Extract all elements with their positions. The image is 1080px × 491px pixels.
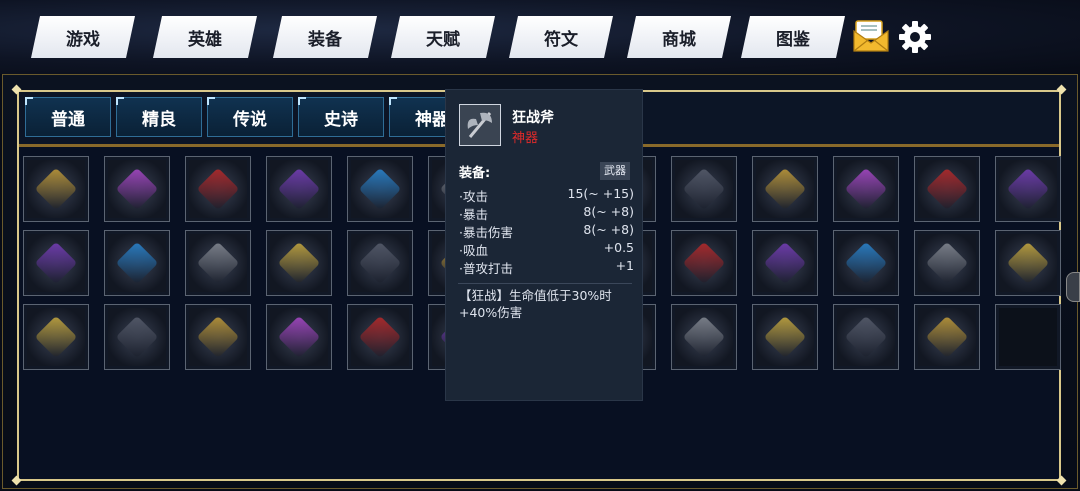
- purple-robe-icon: [108, 234, 166, 292]
- shadow-cloak-icon: [270, 308, 328, 366]
- equip-label: 装备:: [459, 166, 491, 181]
- stat-label: ·普攻打击: [459, 261, 513, 276]
- crimson-boots-icon: [918, 308, 976, 366]
- battle-axe-icon: [675, 160, 733, 218]
- golden-crown-icon: [270, 234, 328, 292]
- item-type-badge: 武器: [600, 162, 630, 180]
- item-slot-crimson-armor[interactable]: [185, 230, 251, 296]
- item-slot-purple-helm[interactable]: [995, 230, 1061, 296]
- stat-row: ·暴击 8(~ +8): [459, 204, 634, 223]
- tooltip-divider: [458, 283, 632, 284]
- battle-axe-icon: [459, 104, 501, 146]
- item-slot-purple-robe[interactable]: [104, 230, 170, 296]
- item-slot-flame-boots[interactable]: [185, 304, 251, 370]
- top-nav-bar: 游戏 英雄 装备 天赋 符文 商城 图鉴: [0, 0, 1080, 74]
- tab-common[interactable]: 普通: [25, 97, 111, 137]
- settings-gear-icon[interactable]: [897, 19, 933, 55]
- golden-axe-icon: [837, 234, 895, 292]
- item-slot-golden-ring[interactable]: [104, 156, 170, 222]
- item-slot-crimson-boots[interactable]: [914, 304, 980, 370]
- item-description: 【狂战】生命值低于30%时+40%伤害: [459, 288, 612, 320]
- empty-slot-icon: [999, 308, 1057, 366]
- nav-equipment-button[interactable]: 装备: [273, 16, 377, 58]
- item-slot-purple-crystal[interactable]: [914, 156, 980, 222]
- nav-codex-button[interactable]: 图鉴: [741, 16, 845, 58]
- frame-corner-ornament: [1056, 475, 1067, 486]
- stat-label: ·攻击: [459, 189, 488, 204]
- stat-value: 8(~ +8): [583, 222, 634, 237]
- tab-epic[interactable]: 史诗: [298, 97, 384, 137]
- item-slot-purple-dagger[interactable]: [347, 156, 413, 222]
- crossbow-icon: [675, 308, 733, 366]
- item-slot-crossbow[interactable]: [671, 304, 737, 370]
- dark-eye-armor-icon: [675, 234, 733, 292]
- stat-value: 15(~ +15): [567, 186, 635, 201]
- mail-envelope-icon[interactable]: [853, 19, 891, 53]
- item-tooltip: 狂战斧 神器 装备: 武器 ·攻击 15(~ +15) ·暴击 8(~ +8) ·暴…: [445, 89, 643, 401]
- item-slot-golden-spellbook[interactable]: [23, 156, 89, 222]
- blue-flame-boots-icon: [837, 160, 895, 218]
- purple-crystal-icon: [918, 160, 976, 218]
- tab-legendary[interactable]: 传说: [207, 97, 293, 137]
- golden-spellbook-icon: [27, 160, 85, 218]
- silver-chestplate-icon: [837, 308, 895, 366]
- tab-fine[interactable]: 精良: [116, 97, 202, 137]
- stat-row: ·普攻打击 +1: [459, 258, 634, 277]
- item-slot-shadow-cloak[interactable]: [266, 304, 332, 370]
- amethyst-necklace-icon: [351, 308, 409, 366]
- stat-value: 8(~ +8): [583, 204, 634, 219]
- nav-game-button[interactable]: 游戏: [31, 16, 135, 58]
- golden-ring-icon: [108, 160, 166, 218]
- nav-talents-button[interactable]: 天赋: [391, 16, 495, 58]
- stat-row: ·吸血 +0.5: [459, 240, 634, 259]
- flame-boots-icon: [189, 308, 247, 366]
- item-slot-silver-bracer[interactable]: [752, 156, 818, 222]
- item-slot-dark-eye-armor[interactable]: [671, 230, 737, 296]
- nav-heroes-button[interactable]: 英雄: [153, 16, 257, 58]
- purple-helm-icon: [999, 234, 1057, 292]
- purple-bow-icon: [270, 160, 328, 218]
- crystal-staff-icon: [999, 160, 1057, 218]
- item-name: 狂战斧: [512, 110, 554, 126]
- item-slot-purple-boots[interactable]: [347, 230, 413, 296]
- twin-blades-icon: [756, 308, 814, 366]
- stat-label: ·暴击: [459, 207, 488, 222]
- item-slot-golden-crown[interactable]: [266, 230, 332, 296]
- item-slot-silver-chestplate[interactable]: [833, 304, 899, 370]
- stat-label: ·暴击伤害: [459, 225, 513, 240]
- horned-helm-icon: [27, 308, 85, 366]
- item-slot-purple-bow[interactable]: [266, 156, 332, 222]
- purple-boots-icon: [351, 234, 409, 292]
- crimson-amulet-icon: [189, 160, 247, 218]
- stat-value: +0.5: [603, 240, 634, 255]
- stat-value: +1: [615, 258, 634, 273]
- item-slot-crimson-amulet[interactable]: [185, 156, 251, 222]
- item-slot-crystal-staff[interactable]: [995, 156, 1061, 222]
- nav-runes-button[interactable]: 符文: [509, 16, 613, 58]
- item-slot-battle-axe[interactable]: [671, 156, 737, 222]
- purple-dagger-icon: [351, 160, 409, 218]
- stat-row: ·攻击 15(~ +15): [459, 186, 634, 205]
- nav-shop-button[interactable]: 商城: [627, 16, 731, 58]
- empty-slot[interactable]: [995, 304, 1061, 370]
- silver-bracer-icon: [756, 160, 814, 218]
- star-scepter-icon: [27, 234, 85, 292]
- side-drawer-handle[interactable]: [1066, 272, 1080, 302]
- item-slot-golden-axe[interactable]: [833, 230, 899, 296]
- item-slot-witch-hat[interactable]: [914, 230, 980, 296]
- stat-row: ·暴击伤害 8(~ +8): [459, 222, 634, 241]
- item-slot-star-scepter[interactable]: [23, 230, 89, 296]
- item-slot-amethyst-necklace[interactable]: [347, 304, 413, 370]
- stat-label: ·吸血: [459, 243, 488, 258]
- item-slot-blue-flame-boots[interactable]: [833, 156, 899, 222]
- item-slot-twin-blades[interactable]: [752, 304, 818, 370]
- item-rarity: 神器: [512, 131, 539, 146]
- witch-hat-icon: [918, 234, 976, 292]
- item-slot-dark-shield[interactable]: [104, 304, 170, 370]
- dark-shield-icon: [108, 308, 166, 366]
- item-slot-clawed-gauntlet[interactable]: [752, 230, 818, 296]
- clawed-gauntlet-icon: [756, 234, 814, 292]
- crimson-armor-icon: [189, 234, 247, 292]
- item-slot-horned-helm[interactable]: [23, 304, 89, 370]
